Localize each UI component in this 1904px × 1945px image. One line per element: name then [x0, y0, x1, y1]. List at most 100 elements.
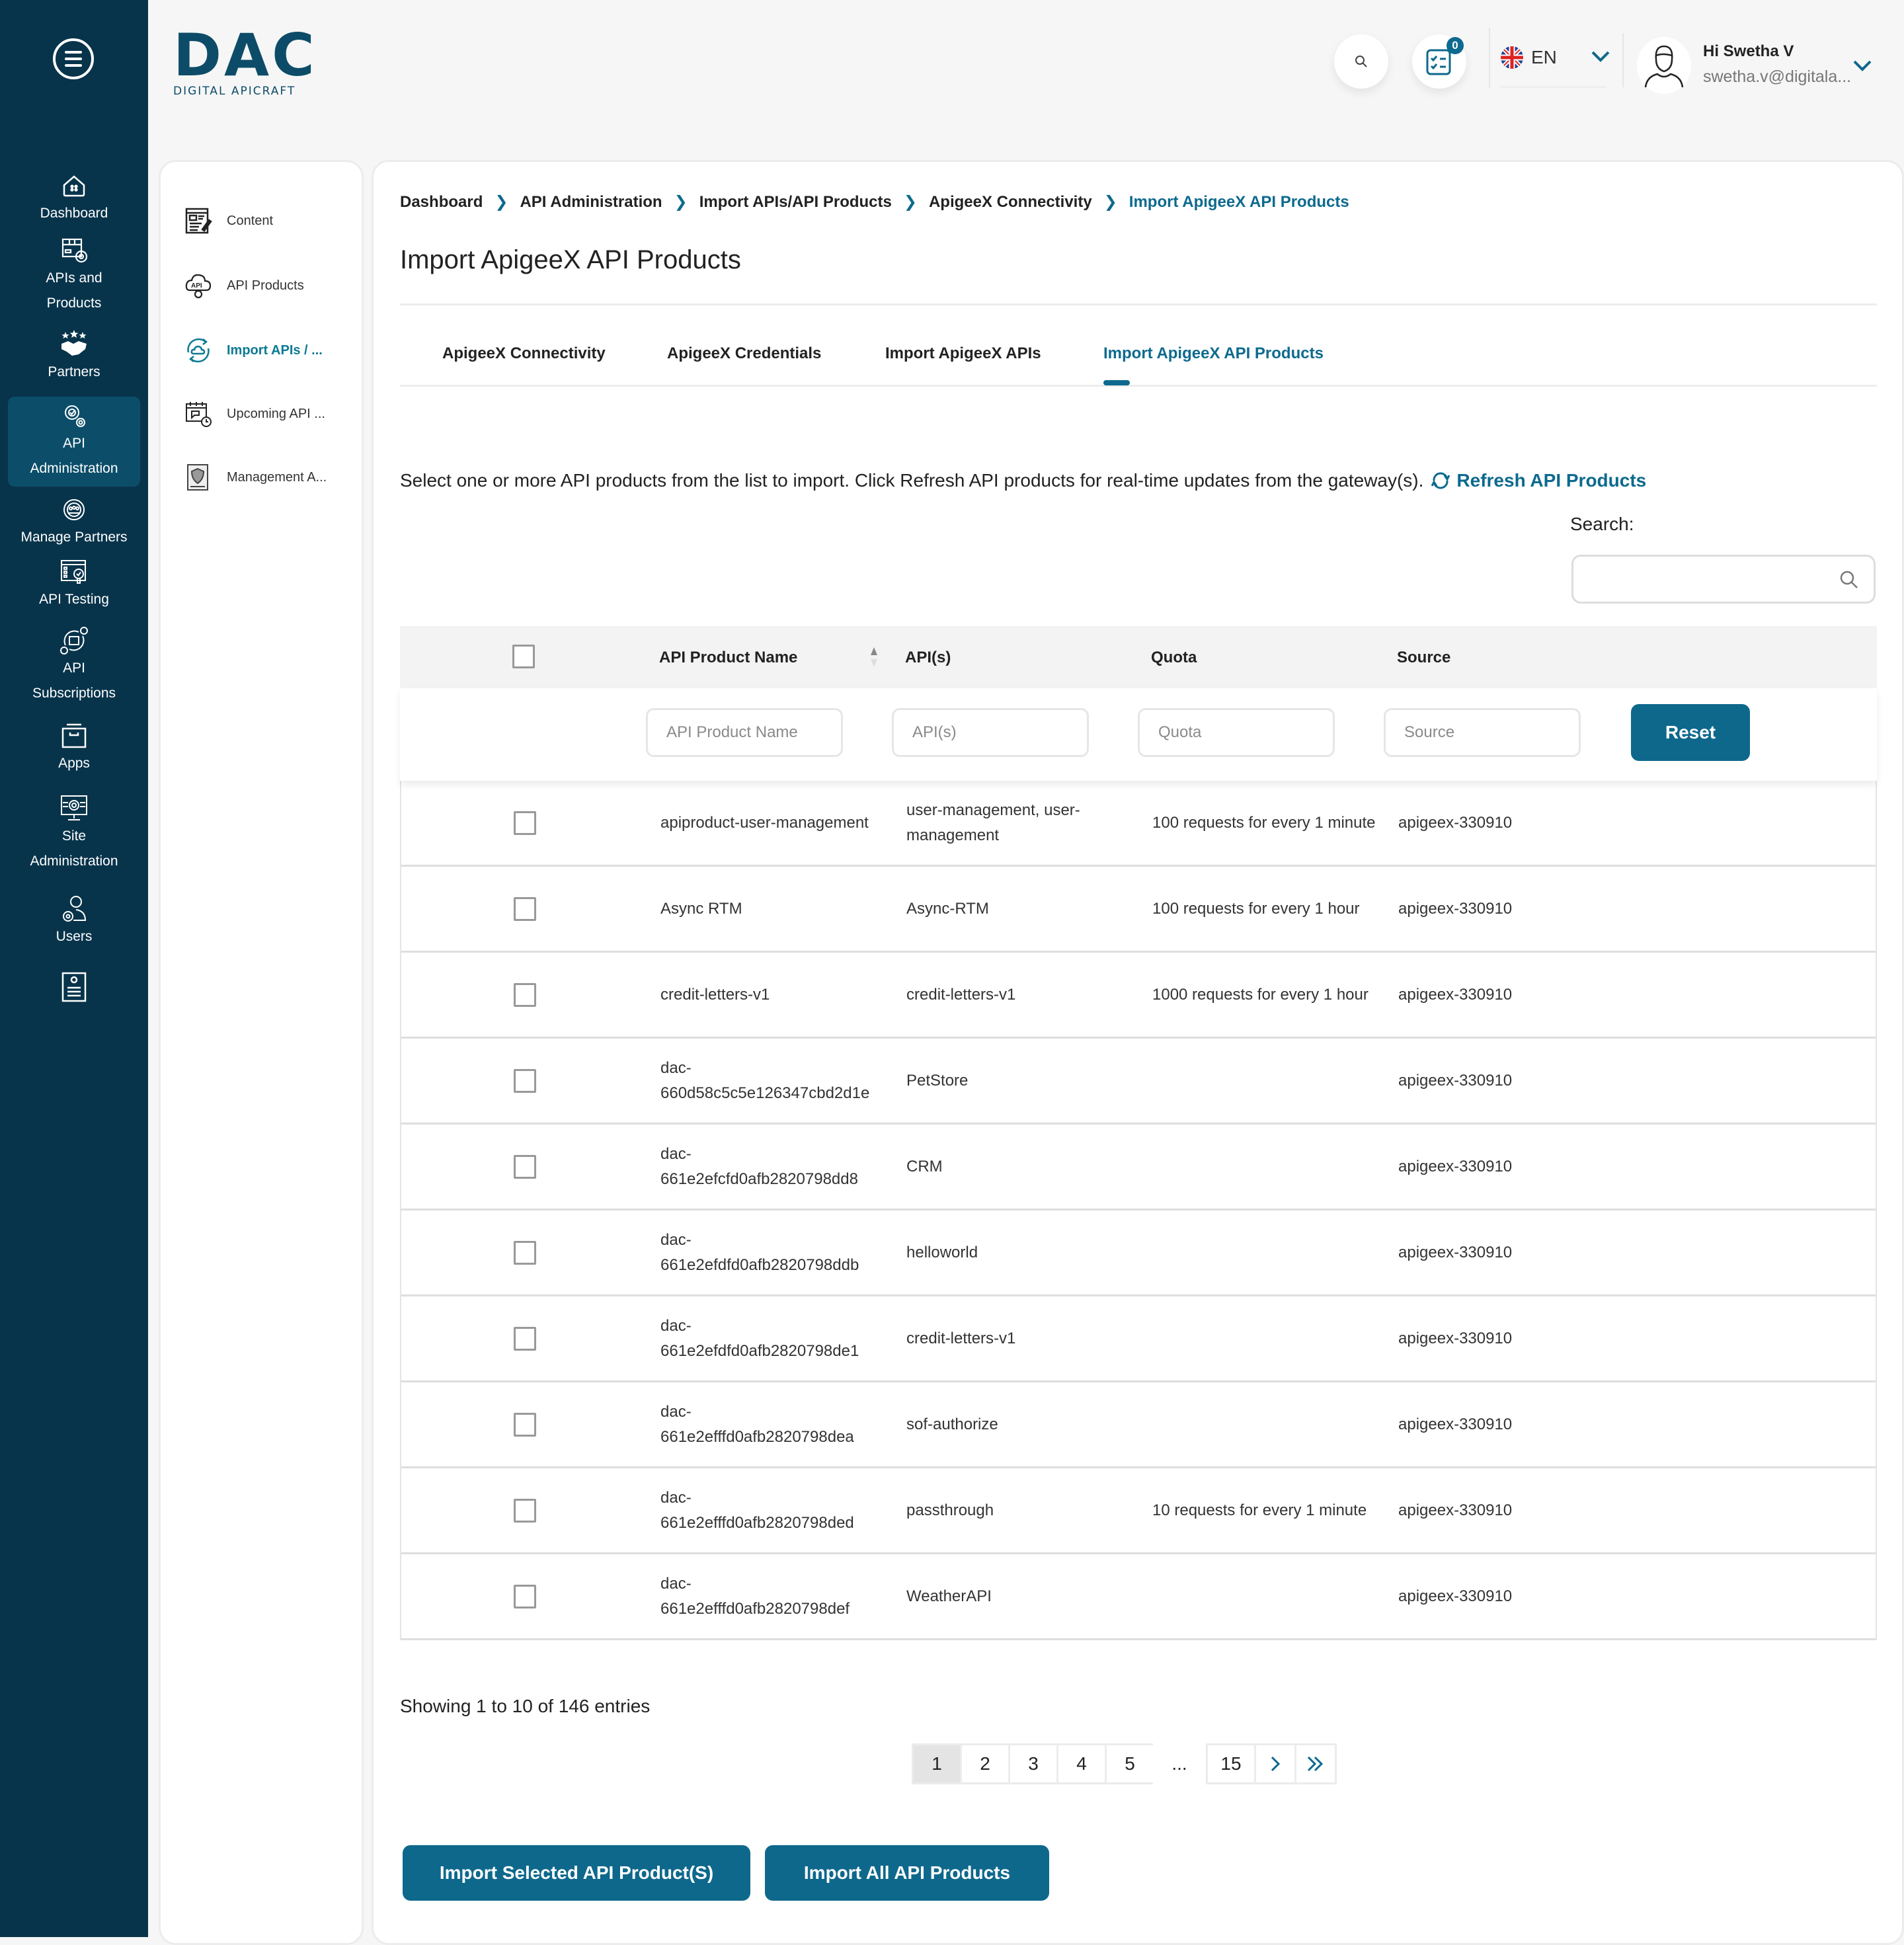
breadcrumb-item-api-administration[interactable]: API Administration — [520, 193, 662, 212]
row-checkbox[interactable] — [514, 1068, 536, 1093]
table-row[interactable]: apiproduct-user-management user-managemen… — [401, 781, 1876, 867]
page-button-4[interactable]: 4 — [1056, 1743, 1107, 1784]
chevron-right-icon — [1271, 1756, 1281, 1772]
rail-item-dashboard[interactable]: Dashboard — [8, 171, 140, 226]
column-header-apis[interactable]: API(s) — [905, 649, 951, 667]
avatar[interactable] — [1637, 37, 1691, 94]
row-checkbox[interactable] — [514, 1412, 536, 1437]
breadcrumb-item-apigeex-connectivity[interactable]: ApigeeX Connectivity — [929, 193, 1092, 212]
search-input[interactable] — [1587, 557, 1838, 602]
cell-source: apigeex-330910 — [1398, 1415, 1513, 1433]
tab-import-apigeex-api-products[interactable]: Import ApigeeX API Products — [1103, 344, 1324, 363]
sort-icon[interactable] — [869, 646, 879, 668]
import-all-button[interactable]: Import All API Products — [765, 1845, 1049, 1901]
table-row[interactable]: credit-letters-v1 credit-letters-v1 1000 r… — [401, 953, 1876, 1039]
search-label: Search: — [1570, 514, 1634, 534]
page-button-2[interactable]: 2 — [960, 1743, 1010, 1784]
subnav-item-api-products[interactable]: API API Products — [184, 272, 304, 299]
cell-apis: sof-authorize — [906, 1415, 998, 1433]
rail-item-users[interactable]: Users — [8, 894, 140, 949]
api-cloud-gear-icon: API — [185, 274, 212, 299]
header-search-button[interactable] — [1334, 34, 1388, 89]
page-button-5[interactable]: 5 — [1105, 1743, 1155, 1784]
row-checkbox[interactable] — [514, 1584, 536, 1608]
filter-api-product-name-input[interactable] — [646, 708, 843, 757]
rail-item-apis-and-products[interactable]: APIs and Products — [8, 235, 140, 316]
info-document-icon — [61, 972, 87, 1002]
user-gear-icon — [63, 896, 87, 922]
breadcrumb-item-dashboard[interactable]: Dashboard — [400, 193, 483, 212]
last-page-button[interactable] — [1294, 1743, 1337, 1784]
cell-source: apigeex-330910 — [1398, 1243, 1513, 1261]
table-row[interactable]: dac- 660d58c5c5e126347cbd2d1e PetStore apig… — [401, 1039, 1876, 1125]
page-button-last[interactable]: 15 — [1206, 1743, 1256, 1784]
rail-item-info-document[interactable] — [8, 972, 140, 1002]
hamburger-menu-icon[interactable] — [53, 38, 94, 79]
cell-api-product-name: credit-letters-v1 — [660, 985, 770, 1004]
column-header-api-product-name[interactable]: API Product Name — [659, 649, 797, 667]
table-row[interactable]: dac- 661e2efffd0afb2820798ded passthrough 1… — [401, 1468, 1876, 1554]
subnav-item-content[interactable]: Content — [184, 207, 273, 235]
row-checkbox[interactable] — [514, 896, 536, 921]
subnav-item-import-apis[interactable]: Import APIs / ... — [184, 337, 323, 364]
row-checkbox[interactable] — [514, 982, 536, 1007]
notification-badge: 0 — [1447, 37, 1464, 54]
rail-item-api-administration[interactable]: API Administration — [8, 397, 140, 487]
tasks-button[interactable]: 0 — [1412, 34, 1466, 89]
tab-apigeex-connectivity[interactable]: ApigeeX Connectivity — [442, 344, 606, 363]
subnav-item-management[interactable]: Management A... — [184, 463, 327, 491]
row-checkbox[interactable] — [514, 1498, 536, 1523]
refresh-api-products-link[interactable]: Refresh API Products — [1430, 470, 1646, 491]
breadcrumb-item-import-apis[interactable]: Import APIs/API Products — [699, 193, 892, 212]
cell-source: apigeex-330910 — [1398, 1071, 1513, 1090]
subnav-item-label: Upcoming API ... — [227, 406, 325, 421]
table-row[interactable]: dac- 661e2efdfd0afb2820798de1 credit-lette… — [401, 1296, 1876, 1382]
cell-api-product-name: dac- 661e2efdfd0afb2820798de1 — [660, 1316, 859, 1360]
filter-apis-input[interactable] — [892, 708, 1089, 757]
page-button-3[interactable]: 3 — [1008, 1743, 1058, 1784]
rail-item-apps[interactable]: Apps — [8, 721, 140, 776]
table-row[interactable]: dac- 661e2efffd0afb2820798def WeatherAPI ap… — [401, 1554, 1876, 1640]
row-checkbox[interactable] — [514, 1240, 536, 1265]
rail-item-partners[interactable]: Partners — [8, 329, 140, 385]
language-selector[interactable]: EN — [1501, 46, 1557, 69]
header-divider — [1622, 33, 1624, 87]
chevron-down-icon[interactable] — [1852, 60, 1872, 73]
table-row[interactable]: dac- 661e2efffd0afb2820798dea sof-authoriz… — [401, 1382, 1876, 1468]
table-row[interactable]: dac- 661e2efcfd0afb2820798dd8 CRM apigeex-3… — [401, 1125, 1876, 1211]
column-header-quota[interactable]: Quota — [1151, 649, 1197, 667]
rail-item-site-administration[interactable]: Site Administration — [8, 793, 140, 874]
table-row[interactable]: Async RTM Async-RTM 100 requests for every… — [401, 867, 1876, 953]
apps-icon — [61, 723, 87, 748]
import-selected-button[interactable]: Import Selected API Product(S) — [403, 1845, 750, 1901]
cell-apis: credit-letters-v1 — [906, 1329, 1016, 1347]
next-page-button[interactable] — [1254, 1743, 1296, 1784]
row-checkbox[interactable] — [514, 1154, 536, 1179]
row-checkbox[interactable] — [514, 1326, 536, 1351]
tab-import-apigeex-apis[interactable]: Import ApigeeX APIs — [885, 344, 1041, 363]
dac-logo[interactable]: DAC DIGITAL APICRAFT — [173, 26, 315, 99]
subnav-item-upcoming-api[interactable]: Upcoming API ... — [184, 400, 325, 428]
chevron-right-icon: ❯ — [674, 193, 688, 211]
rail-item-api-subscriptions[interactable]: API Subscriptions — [8, 625, 140, 706]
reset-button[interactable]: Reset — [1631, 704, 1750, 761]
rail-item-api-testing[interactable]: API Testing — [8, 557, 140, 612]
tab-apigeex-credentials[interactable]: ApigeeX Credentials — [667, 344, 821, 363]
filter-source-input[interactable] — [1384, 708, 1581, 757]
select-all-checkbox[interactable] — [512, 645, 535, 668]
subnav-item-label: API Products — [227, 278, 304, 293]
tab-bar: ApigeeX Connectivity ApigeeX Credentials… — [400, 344, 1877, 387]
page-button-1[interactable]: 1 — [912, 1743, 962, 1784]
uk-flag-icon — [1501, 46, 1523, 69]
table-row[interactable]: dac- 661e2efdfd0afb2820798ddb helloworld ap… — [401, 1211, 1876, 1296]
double-chevron-right-icon — [1307, 1756, 1324, 1772]
rail-item-manage-partners[interactable]: Manage Partners — [8, 495, 140, 550]
filter-quota-input[interactable] — [1138, 708, 1335, 757]
row-checkbox[interactable] — [514, 811, 536, 835]
chevron-down-icon[interactable] — [1591, 50, 1610, 63]
search-field[interactable] — [1571, 555, 1876, 604]
cell-api-product-name: dac- 661e2efcfd0afb2820798dd8 — [660, 1144, 858, 1188]
column-header-source[interactable]: Source — [1397, 649, 1450, 667]
cell-quota: 1000 requests for every 1 hour — [1152, 985, 1368, 1004]
cell-source: apigeex-330910 — [1398, 1329, 1513, 1347]
